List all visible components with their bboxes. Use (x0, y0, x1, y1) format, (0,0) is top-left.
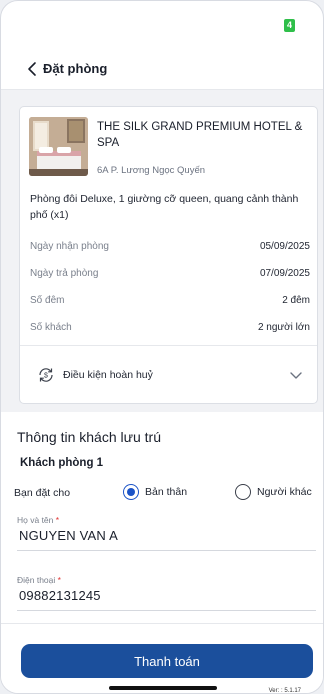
info-label: Ngày trả phòng (30, 268, 99, 279)
chevron-down-icon[interactable] (289, 368, 303, 382)
page-title: Đặt phòng (43, 61, 108, 76)
info-label: Ngày nhận phòng (30, 241, 109, 252)
name-field-label: Họ và tên * (17, 515, 60, 525)
info-row-guests: Số khách 2 người lớn (30, 322, 310, 340)
info-row-nights: Số đêm 2 đêm (30, 295, 310, 313)
info-label: Số đêm (30, 295, 65, 306)
guest-info-title: Thông tin khách lưu trú (17, 429, 162, 445)
phone-field-label: Điện thoại * (17, 575, 61, 585)
home-indicator (109, 686, 217, 690)
chevron-left-icon[interactable] (25, 59, 41, 79)
battery-icon: 4 (284, 19, 295, 32)
radio-circle-selected[interactable] (123, 484, 139, 500)
info-value: 05/09/2025 (259, 241, 310, 252)
radio-label: Bản thân (145, 486, 188, 498)
room-description: Phòng đôi Deluxe, 1 giường cỡ queen, qua… (30, 193, 299, 221)
svg-text:$: $ (44, 373, 48, 380)
cancellation-policy-row[interactable]: $ Điều kiện hoàn huỷ (20, 346, 317, 404)
hotel-address: 6A P. Lương Ngọc Quyến (97, 165, 206, 176)
field-underline (17, 610, 316, 611)
radio-label: Người khác (257, 486, 312, 498)
header: Đặt phòng (1, 49, 323, 89)
hotel-image (29, 117, 88, 176)
hotel-name: THE SILK GRAND PREMIUM HOTEL & SPA (97, 121, 303, 149)
status-bar: 4 (1, 1, 323, 41)
info-label: Số khách (30, 322, 72, 333)
info-value: 2 đêm (282, 295, 310, 306)
phone-field-value[interactable]: 09882131245 (19, 588, 101, 603)
bottom-bar: Thanh toán Ver: : 5.1.17 (1, 623, 323, 694)
book-for-label: Bạn đặt cho (14, 487, 71, 499)
booking-summary-card: THE SILK GRAND PREMIUM HOTEL & SPA 6A P.… (19, 106, 318, 404)
name-field[interactable]: Họ và tên * NGUYEN VAN A (17, 515, 316, 555)
info-value: 07/09/2025 (259, 268, 310, 279)
name-field-value[interactable]: NGUYEN VAN A (19, 528, 118, 543)
pay-button[interactable]: Thanh toán (21, 644, 313, 678)
radio-self[interactable]: Bản thân (123, 483, 203, 503)
cancellation-label: Điều kiện hoàn huỷ (63, 369, 153, 381)
phone-screen: 4 Đặt phòng THE SILK GRAND PREMIUM HOTEL… (0, 0, 324, 694)
info-value: 2 người lớn (257, 322, 310, 333)
field-underline (17, 550, 316, 551)
phone-field[interactable]: Điện thoại * 09882131245 (17, 575, 316, 615)
version-label: Ver: : 5.1.17 (268, 688, 301, 694)
info-row-checkout: Ngày trả phòng 07/09/2025 (30, 268, 310, 286)
radio-circle[interactable] (235, 484, 251, 500)
radio-other[interactable]: Người khác (235, 483, 319, 503)
info-row-checkin: Ngày nhận phòng 05/09/2025 (30, 241, 310, 259)
refresh-dollar-icon: $ (37, 366, 55, 384)
room-guest-subtitle: Khách phòng 1 (20, 457, 104, 469)
